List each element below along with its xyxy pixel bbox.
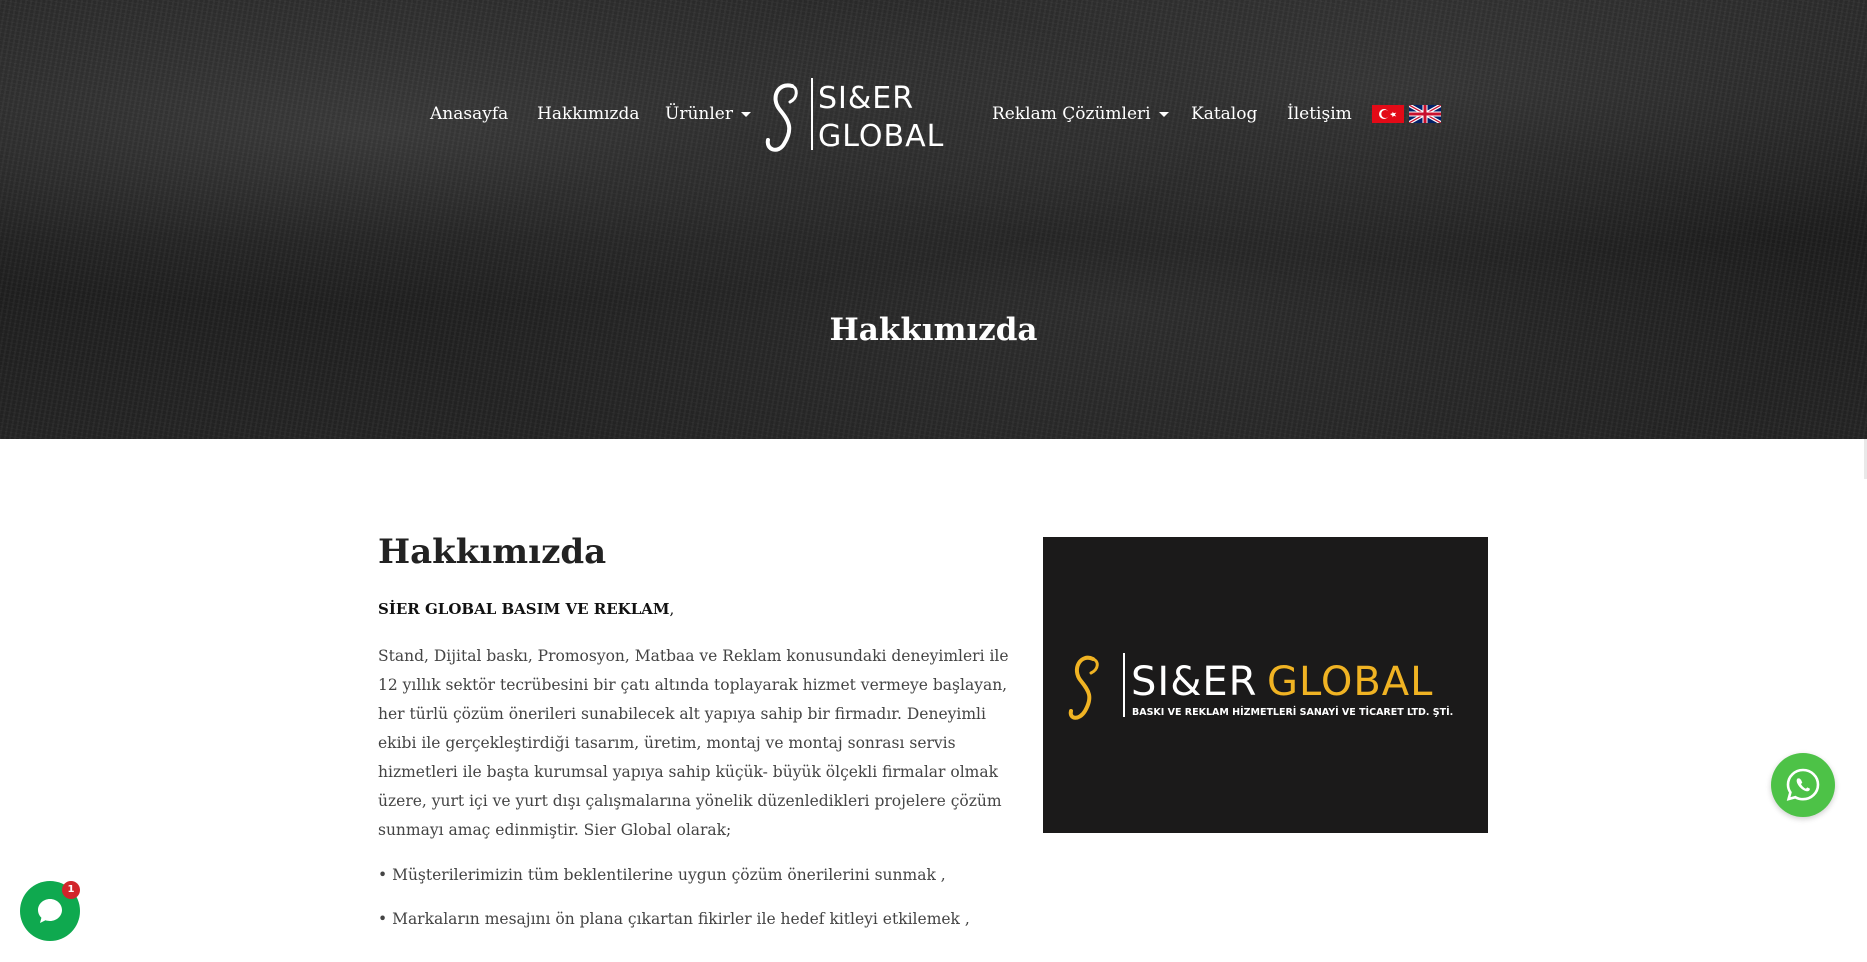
- logo-text-bottom: GLOBAL: [818, 119, 944, 154]
- about-section: Hakkımızda SİER GLOBAL BASIM VE REKLAM, …: [378, 530, 1018, 949]
- chevron-down-icon: [740, 112, 751, 117]
- list-item: • Müşterilerimizin tüm beklentilerine uy…: [378, 866, 946, 884]
- nav-item-hakkimizda[interactable]: Hakkımızda: [537, 103, 640, 125]
- nav-item-katalog[interactable]: Katalog: [1191, 103, 1257, 125]
- notification-badge: 1: [62, 881, 80, 899]
- company-name-suffix: ,: [669, 600, 675, 618]
- list-item: • Markaların mesajını ön plana çıkartan …: [378, 910, 970, 928]
- nav-item-reklam-cozumleri[interactable]: Reklam Çözümleri: [992, 103, 1169, 125]
- section-heading: Hakkımızda: [378, 532, 607, 572]
- nav-item-urunler[interactable]: Ürünler: [665, 103, 751, 125]
- brand-logo-graphic: SI&ER GLOBAL BASKI VE REKLAM HİZMETLERİ …: [1068, 653, 1453, 720]
- main-navigation: Anasayfa Hakkımızda Ürünler SI&ER GLOBAL…: [0, 0, 1867, 230]
- nav-item-iletisim[interactable]: İletişim: [1287, 103, 1352, 125]
- brand-logo-image: SI&ER GLOBAL BASKI VE REKLAM HİZMETLERİ …: [1043, 537, 1488, 833]
- logo-text-top: SI&ER: [818, 81, 914, 116]
- sier-global-logo[interactable]: SI&ER GLOBAL: [764, 72, 974, 156]
- brand-tagline: BASKI VE REKLAM HİZMETLERİ SANAYİ VE TİC…: [1132, 707, 1453, 718]
- nav-item-urunler-label: Ürünler: [665, 104, 733, 124]
- about-paragraph: Stand, Dijital baskı, Promosyon, Matbaa …: [378, 647, 1009, 839]
- chat-bubble-icon: [38, 899, 62, 923]
- uk-flag-icon[interactable]: [1409, 105, 1441, 123]
- chevron-down-icon: [1158, 112, 1169, 117]
- nav-item-anasayfa[interactable]: Anasayfa: [430, 103, 508, 125]
- whatsapp-icon: [1786, 768, 1820, 801]
- turkey-flag-icon[interactable]: [1372, 105, 1404, 123]
- page-title: Hakkımızda: [829, 312, 1038, 348]
- company-name: SİER GLOBAL BASIM VE REKLAM,: [378, 598, 1018, 620]
- brand-name-white: SI&ER: [1131, 659, 1257, 705]
- brand-name-gold: GLOBAL: [1267, 659, 1433, 705]
- whatsapp-button[interactable]: [1771, 753, 1835, 817]
- nav-item-reklam-cozumleri-label: Reklam Çözümleri: [992, 104, 1151, 124]
- company-name-bold: SİER GLOBAL BASIM VE REKLAM: [378, 600, 670, 618]
